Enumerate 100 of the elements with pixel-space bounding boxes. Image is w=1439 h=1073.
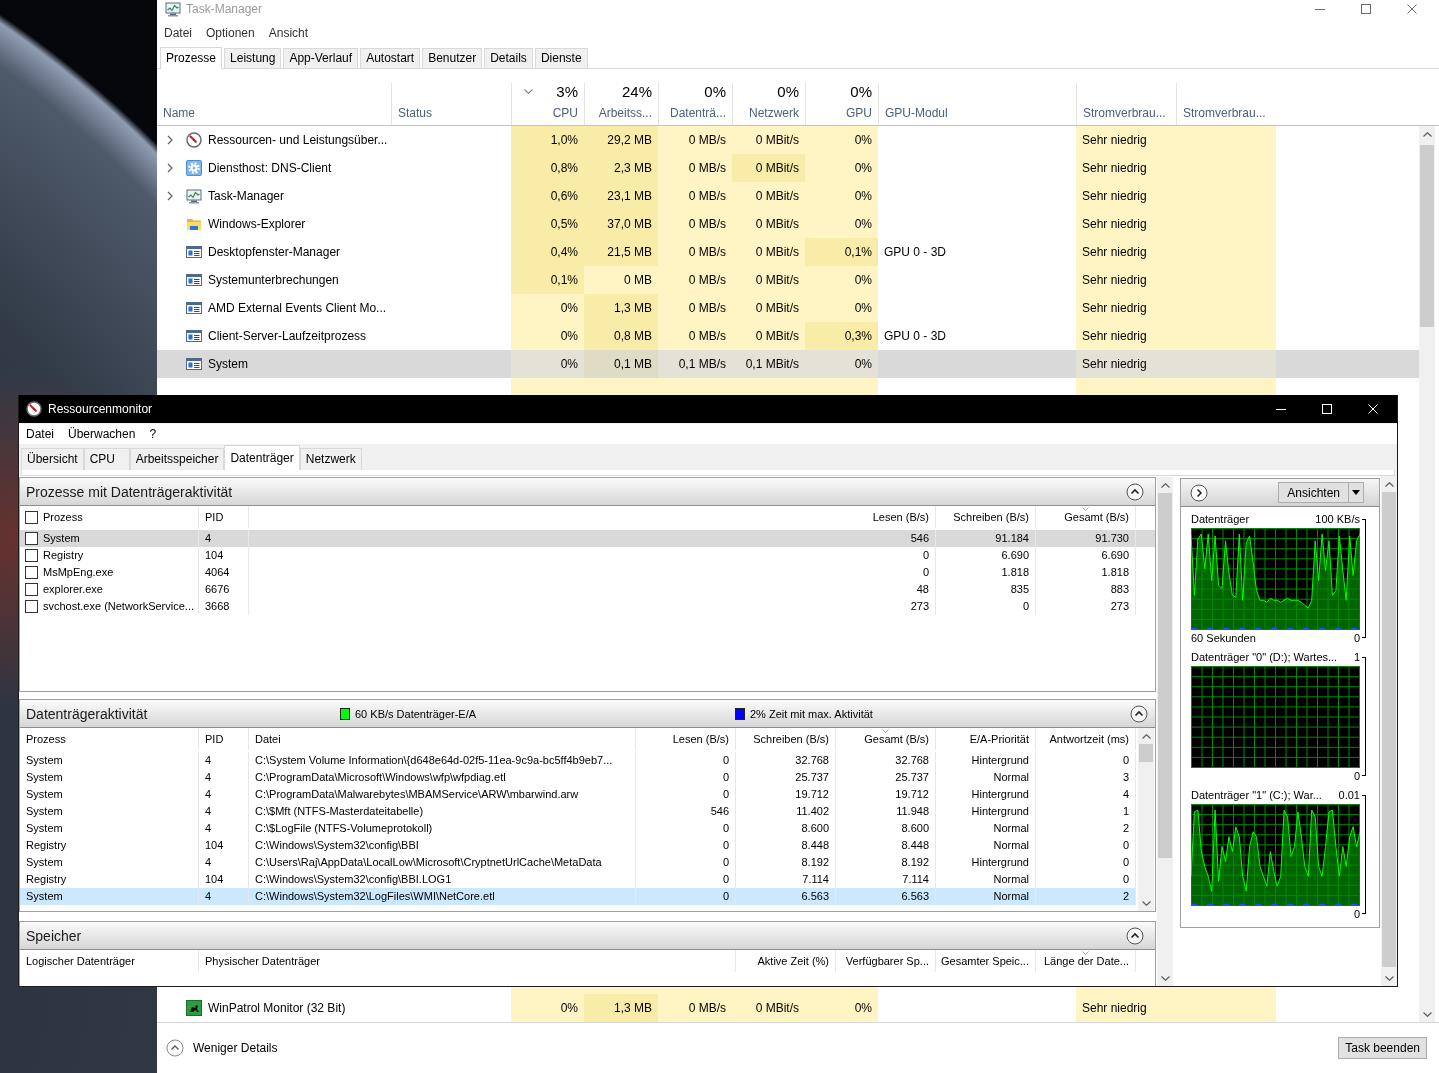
process-row[interactable]: Diensthost: DNS-Client 0,8% 2,3 MB 0 MB/s 0 MBit/s 0% Sehr niedrig xyxy=(157,154,1419,182)
tab[interactable]: Details xyxy=(484,48,533,68)
table-row[interactable]: System 4 546 91.184 91.730 xyxy=(20,530,1155,547)
tab[interactable]: App-Verlauf xyxy=(283,48,359,68)
column-header[interactable]: Schreiben (B/s) xyxy=(936,506,1036,528)
menu-item[interactable]: Datei xyxy=(19,426,61,442)
checkbox[interactable] xyxy=(25,549,38,562)
section-header[interactable]: Prozesse mit Datenträgeraktivität xyxy=(20,478,1155,506)
table-row[interactable]: svchost.exe (NetworkService... 3668 273 0 273 xyxy=(20,598,1155,615)
column-header[interactable]: Gesamt (B/s) xyxy=(836,728,936,750)
process-row[interactable]: Systemunterbrechungen 0,1% 0 MB 0 MB/s 0 MBit/s 0% Sehr niedrig xyxy=(157,266,1419,294)
checkbox[interactable] xyxy=(25,510,38,524)
process-row[interactable]: WinPatrol Monitor (32 Bit) 0% 1,3 MB 0 MB/s 0 MBit/s 0% Sehr niedrig xyxy=(157,994,1419,1022)
column-header[interactable]: Status xyxy=(398,106,433,120)
column-header[interactable]: PID xyxy=(199,506,249,528)
column-header[interactable]: GPU xyxy=(846,106,872,120)
column-header[interactable]: Prozess xyxy=(20,728,199,750)
column-header[interactable]: Physischer Datenträger xyxy=(199,950,736,972)
table-row[interactable]: Registry 104 0 6.690 6.690 xyxy=(20,547,1155,564)
table-row[interactable]: Registry 104 C:\Windows\System32\config\BBI 0 8.448 8.448 Normal 0 xyxy=(20,837,1136,854)
column-header[interactable]: Lesen (B/s) xyxy=(636,728,736,750)
table-row[interactable]: System 4 C:\ProgramData\Microsoft\Windows\wfp\wfpdiag.etl 0 25.737 25.737 Normal 3 xyxy=(20,769,1136,786)
menu-item[interactable]: Datei xyxy=(157,25,199,41)
column-header[interactable]: Datenträ... xyxy=(669,106,726,120)
menu-item[interactable]: Optionen xyxy=(199,25,262,41)
column-header[interactable]: Aktive Zeit (%) xyxy=(736,950,836,972)
column-header[interactable]: Schreiben (B/s) xyxy=(736,728,836,750)
table-row[interactable]: System 4 C:\System Volume Information\{d648e64d-02f5-11ea-9c9a-bc5ff4b9eb7... 0 32.768 32.768 Hintergrund 0 xyxy=(20,752,1136,769)
tab[interactable]: Autostart xyxy=(360,48,421,68)
process-row[interactable]: Desktopfenster-Manager 0,4% 21,5 MB 0 MB/s 0 MBit/s 0,1% GPU 0 - 3D Sehr niedrig xyxy=(157,238,1419,266)
table-cell: 1,0% xyxy=(511,126,584,154)
views-dropdown-button[interactable]: Ansichten xyxy=(1278,482,1364,503)
table-row[interactable]: explorer.exe 6676 48 835 883 xyxy=(20,581,1155,598)
tab[interactable]: Arbeitsspeicher xyxy=(129,448,225,470)
tab[interactable]: Dienste xyxy=(534,48,588,68)
process-row[interactable]: System 0% 0,1 MB 0,1 MB/s 0,1 MBit/s 0% Sehr niedrig xyxy=(157,350,1419,378)
table-row[interactable]: System 4 C:\$Mft (NTFS-Masterdateitabelle) 546 11.402 11.948 Hintergrund 1 xyxy=(20,803,1136,820)
column-header[interactable]: Netzwerk xyxy=(749,106,799,120)
column-header[interactable]: Prozess xyxy=(43,511,83,523)
column-header[interactable]: CPU xyxy=(552,106,578,120)
chevron-up-circle-icon[interactable] xyxy=(1126,926,1144,945)
checkbox[interactable] xyxy=(25,583,38,596)
chevron-right-icon[interactable] xyxy=(166,163,174,173)
checkbox[interactable] xyxy=(25,600,38,613)
tab[interactable]: Übersicht xyxy=(21,448,84,470)
sort-chevron-icon[interactable] xyxy=(524,89,533,94)
column-header[interactable]: E/A-Priorität xyxy=(936,728,1036,750)
chevron-right-circle-icon[interactable] xyxy=(1190,483,1208,502)
table-row[interactable]: MsMpEng.exe 4064 0 1.818 1.818 xyxy=(20,564,1155,581)
table-row[interactable]: System 4 C:\$LogFile (NTFS-Volumeprotokoll) 0 8.600 8.600 Normal 2 xyxy=(20,820,1136,837)
end-task-button[interactable]: Task beenden xyxy=(1338,1037,1427,1059)
column-header[interactable]: PID xyxy=(199,728,249,750)
column-header[interactable]: Lesen (B/s) xyxy=(249,506,936,528)
process-row[interactable]: Client-Server-Laufzeitprozess 0% 0,8 MB 0 MB/s 0 MBit/s 0,3% GPU 0 - 3D Sehr niedrig xyxy=(157,322,1419,350)
chevron-up-circle-icon[interactable] xyxy=(1130,704,1148,723)
tab[interactable]: Leistung xyxy=(224,48,282,68)
column-header[interactable]: Arbeitss... xyxy=(598,106,652,120)
section-header[interactable]: Speicher xyxy=(20,922,1155,950)
process-row[interactable]: Windows-Explorer 0,5% 37,0 MB 0 MB/s 0 MBit/s 0% Sehr niedrig xyxy=(157,210,1419,238)
tab[interactable]: Netzwerk xyxy=(299,448,362,470)
column-header[interactable]: Stromverbrau... xyxy=(1183,106,1266,120)
column-header[interactable]: Verfügbarer Sp... xyxy=(836,950,936,972)
checkbox[interactable] xyxy=(25,532,38,545)
scrollbar[interactable] xyxy=(1138,728,1154,911)
tab[interactable]: Datenträger xyxy=(224,445,300,470)
column-header[interactable]: Stromverbrau... xyxy=(1083,106,1166,120)
process-row[interactable]: Task-Manager 0,6% 23,1 MB 0 MB/s 0 MBit/s 0% Sehr niedrig xyxy=(157,182,1419,210)
process-row[interactable]: Ressourcen- und Leistungsüber... 1,0% 29,2 MB 0 MB/s 0 MBit/s 0% Sehr niedrig xyxy=(157,126,1419,154)
scrollbar[interactable] xyxy=(1419,126,1435,1022)
column-header[interactable]: Gesamter Speic... xyxy=(936,950,1036,972)
tab[interactable]: Prozesse xyxy=(160,47,223,69)
minimize-icon[interactable] xyxy=(1276,408,1286,410)
checkbox[interactable] xyxy=(25,566,38,579)
menu-item[interactable]: Überwachen xyxy=(61,426,143,442)
scrollbar-thumb[interactable] xyxy=(1382,492,1396,967)
scrollbar[interactable] xyxy=(1381,476,1397,986)
chevron-right-icon[interactable] xyxy=(166,135,174,145)
chevron-up-circle-icon[interactable] xyxy=(1126,482,1144,501)
process-row[interactable]: AMD External Events Client Mo... 0% 1,3 MB 0 MB/s 0 MBit/s 0% Sehr niedrig xyxy=(157,294,1419,322)
tab[interactable]: Benutzer xyxy=(422,48,483,68)
table-row[interactable]: System 4 C:\Users\Raj\AppData\LocalLow\Microsoft\CryptnetUrlCache\MetaData 0 8.192 8.192 Hintergrund 0 xyxy=(20,854,1136,871)
section-header[interactable]: Datenträgeraktivität 60 KB/s Datenträger-E/A 2% Zeit mit max. Aktivität xyxy=(20,700,1155,728)
table-row[interactable]: System 4 C:\Windows\System32\LogFiles\WMI\NetCore.etl 0 6.563 6.563 Normal 2 xyxy=(20,888,1136,905)
column-header[interactable]: GPU-Modul xyxy=(885,106,948,120)
chevron-right-icon[interactable] xyxy=(166,191,174,201)
column-header[interactable]: Name xyxy=(163,106,195,120)
fewer-details-button[interactable]: Weniger Details xyxy=(166,1039,278,1057)
menu-item[interactable]: ? xyxy=(142,426,164,442)
scrollbar-thumb[interactable] xyxy=(1158,493,1172,858)
table-row[interactable]: System 4 C:\ProgramData\Malwarebytes\MBAMService\ARW\mbarwind.arw 0 19.712 19.712 Hintergrund 4 xyxy=(20,786,1136,803)
column-header[interactable]: Datei xyxy=(249,728,636,750)
column-header[interactable]: Antwortzeit (ms) xyxy=(1036,728,1136,750)
scrollbar-thumb[interactable] xyxy=(1139,744,1153,762)
scrollbar-thumb[interactable] xyxy=(1420,145,1434,327)
column-header[interactable]: Gesamt (B/s) xyxy=(1036,506,1136,528)
column-header[interactable]: Länge der Date... xyxy=(1036,950,1136,972)
menu-item[interactable]: Ansicht xyxy=(261,25,316,41)
tab[interactable]: CPU xyxy=(83,448,130,470)
column-header[interactable]: Logischer Datenträger xyxy=(20,950,199,972)
scrollbar[interactable] xyxy=(1157,477,1173,986)
